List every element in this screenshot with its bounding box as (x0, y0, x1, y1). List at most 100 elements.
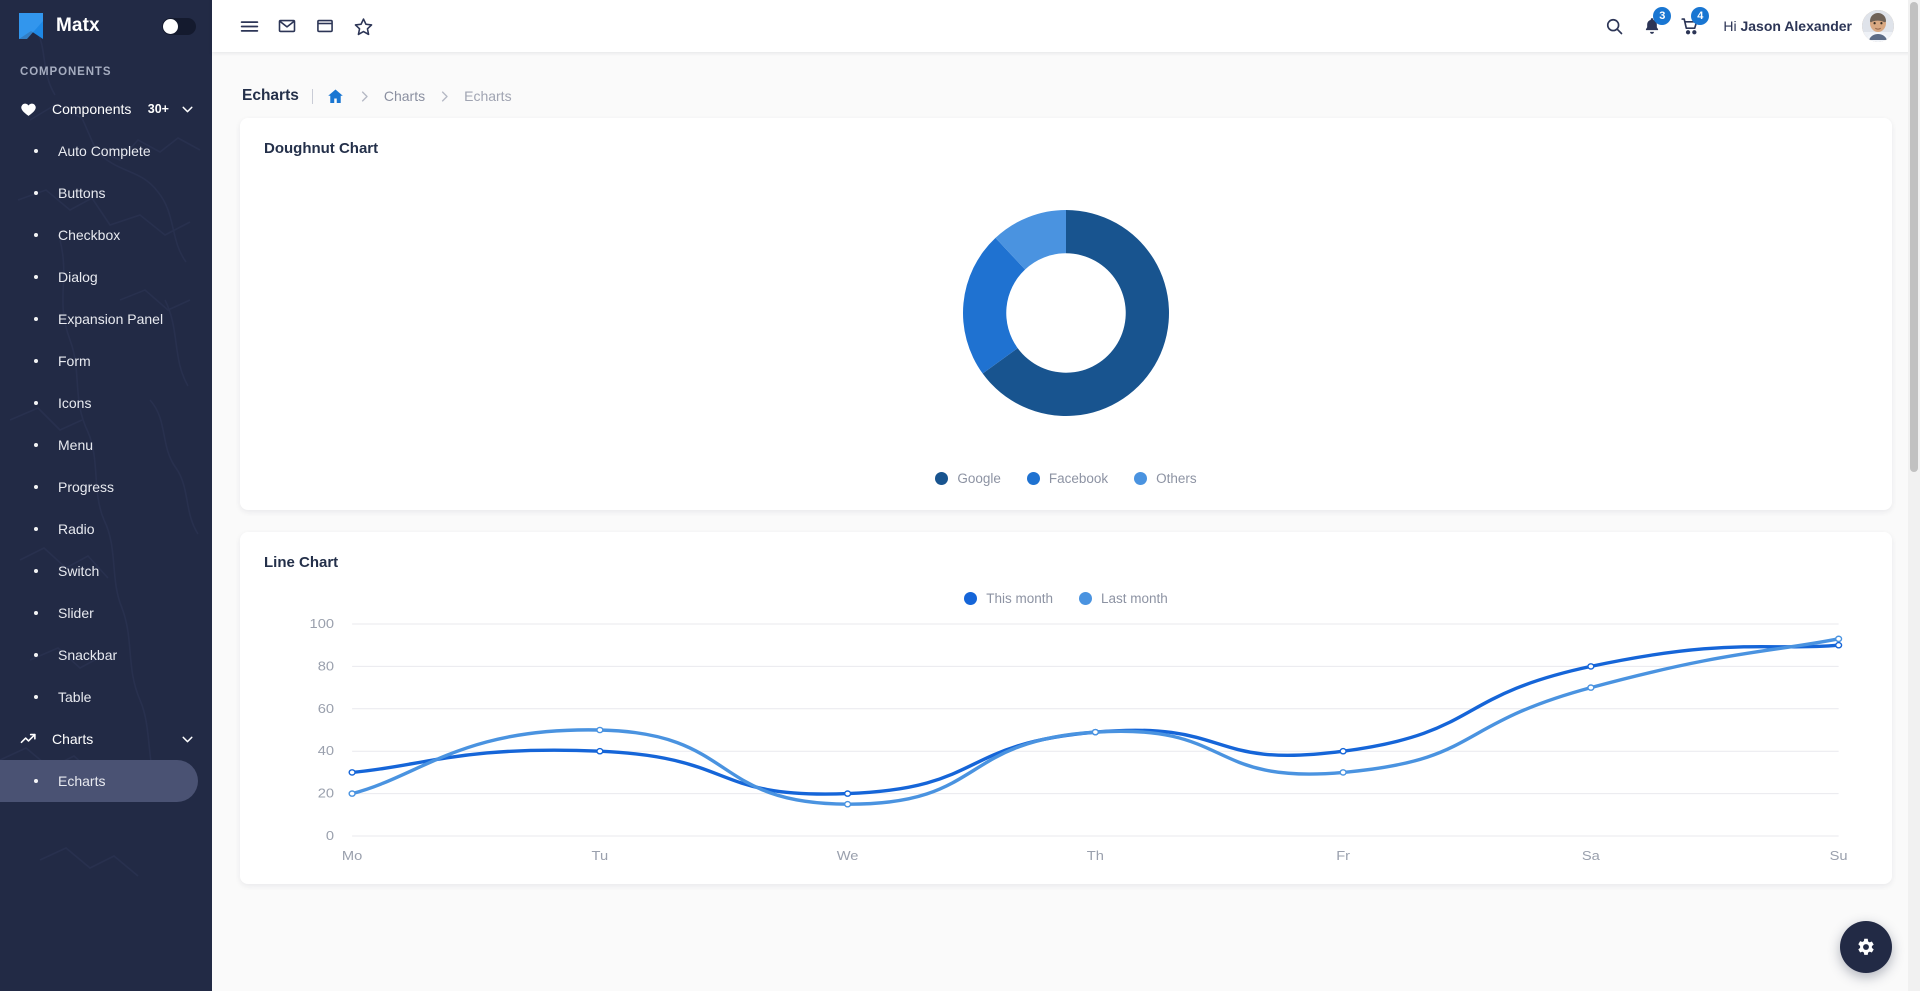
theme-toggle-switch[interactable] (162, 17, 196, 35)
line-data-point[interactable] (1340, 770, 1346, 775)
legend-label: This month (986, 591, 1053, 606)
legend-color-swatch (1078, 592, 1092, 605)
legend-color-swatch (1026, 472, 1040, 485)
sidebar-item-dialog[interactable]: Dialog (0, 256, 198, 298)
sidebar: Matx COMPONENTS Components 30+ Auto Comp… (0, 0, 212, 991)
content-scroll-area[interactable]: Echarts Charts Echarts Doughnut Chart Go… (212, 52, 1920, 991)
settings-fab-button[interactable] (1840, 921, 1892, 973)
bullet-icon (34, 191, 38, 195)
sidebar-item-expansion-panel[interactable]: Expansion Panel (0, 298, 198, 340)
line-chart-svg: 0 20 40 60 80 100 Mo Tu We Th Fr Sa Su (310, 616, 1848, 863)
line-data-point[interactable] (1588, 664, 1594, 669)
matx-logo-icon (18, 12, 44, 40)
doughnut-legend: Google Facebook Others (264, 463, 1868, 492)
sidebar-item-progress[interactable]: Progress (0, 466, 198, 508)
bullet-icon (34, 443, 38, 447)
bullet-icon (34, 149, 38, 153)
bullet-icon (34, 611, 38, 615)
sidebar-item-buttons[interactable]: Buttons (0, 172, 198, 214)
breadcrumb-divider (311, 88, 313, 104)
x-axis-tick-label: Sa (1582, 848, 1600, 863)
sidebar-item-table[interactable]: Table (0, 676, 198, 718)
sidebar-item-label: Dialog (58, 269, 98, 285)
sidebar-item-radio[interactable]: Radio (0, 508, 198, 550)
doughnut-chart-card: Doughnut Chart Google Facebook Others (240, 118, 1892, 510)
vertical-scrollbar[interactable] (1908, 0, 1920, 991)
sidebar-group-label-charts: Charts (52, 731, 94, 747)
legend-item-google[interactable]: Google (935, 471, 1001, 486)
line-data-point[interactable] (845, 791, 851, 796)
x-axis-tick-label: Fr (1336, 848, 1350, 863)
sidebar-item-label: Checkbox (58, 227, 121, 243)
doughnut-chart[interactable] (264, 163, 1868, 463)
envelope-icon[interactable] (268, 7, 306, 45)
line-data-point[interactable] (349, 791, 355, 796)
line-chart-card: Line Chart This month Last month 0 20 40 60 8… (240, 532, 1892, 884)
search-icon[interactable] (1595, 7, 1633, 45)
notifications-badge: 3 (1653, 7, 1672, 25)
line-chart[interactable]: 0 20 40 60 80 100 Mo Tu We Th Fr Sa Su (264, 616, 1868, 866)
sidebar-group-components[interactable]: Components 30+ (0, 88, 212, 130)
legend-item-this-month[interactable]: This month (964, 591, 1053, 606)
chevron-down-icon[interactable] (179, 731, 196, 748)
breadcrumb-item-charts[interactable]: Charts (384, 88, 425, 104)
star-outline-icon[interactable] (344, 7, 382, 45)
legend-color-swatch (935, 472, 949, 485)
notifications-button[interactable]: 3 (1633, 7, 1672, 45)
sidebar-section-label: COMPONENTS (20, 66, 112, 78)
sidebar-brand: Matx (0, 0, 212, 52)
topbar: 3 4 Hi Jason Alexander (212, 0, 1920, 52)
sidebar-item-slider[interactable]: Slider (0, 592, 198, 634)
sidebar-item-auto-complete[interactable]: Auto Complete (0, 130, 198, 172)
bullet-icon (34, 779, 38, 783)
hamburger-menu-icon[interactable] (230, 7, 268, 45)
sidebar-item-icons[interactable]: Icons (0, 382, 198, 424)
y-axis-tick-label: 20 (318, 785, 335, 800)
app-root: Matx COMPONENTS Components 30+ Auto Comp… (0, 0, 1920, 991)
line-data-point[interactable] (349, 770, 355, 775)
line-data-point[interactable] (1836, 643, 1842, 648)
sidebar-item-menu[interactable]: Menu (0, 424, 198, 466)
bullet-icon (34, 569, 38, 573)
sidebar-item-switch[interactable]: Switch (0, 550, 198, 592)
greeting-prefix: Hi (1723, 18, 1741, 34)
line-legend: This month Last month (264, 577, 1868, 612)
chevron-down-icon[interactable] (179, 101, 196, 118)
sidebar-group-badge: 30+ (147, 102, 169, 116)
scrollbar-thumb[interactable] (1910, 2, 1918, 472)
legend-item-facebook[interactable]: Facebook (1026, 471, 1108, 486)
y-axis-tick-label: 60 (318, 701, 335, 716)
line-data-point[interactable] (1340, 749, 1346, 754)
legend-color-swatch (964, 592, 978, 605)
user-name: Jason Alexander (1740, 18, 1852, 34)
line-series-this-month[interactable] (352, 645, 1839, 794)
sidebar-item-echarts[interactable]: Echarts (0, 760, 198, 802)
line-data-point[interactable] (1836, 636, 1842, 641)
sidebar-item-label: Echarts (58, 773, 106, 789)
legend-item-others[interactable]: Others (1134, 471, 1197, 486)
line-data-point[interactable] (1092, 730, 1098, 735)
bullet-icon (34, 485, 38, 489)
window-icon[interactable] (306, 7, 344, 45)
line-data-point[interactable] (1588, 685, 1594, 690)
doughnut-chart-svg (963, 210, 1169, 416)
user-avatar[interactable] (1862, 10, 1894, 42)
chevron-right-icon (357, 89, 372, 104)
sidebar-item-form[interactable]: Form (0, 340, 198, 382)
legend-item-last-month[interactable]: Last month (1078, 591, 1168, 606)
sidebar-item-checkbox[interactable]: Checkbox (0, 214, 198, 256)
page-title: Echarts (242, 87, 299, 104)
breadcrumb-item-echarts[interactable]: Echarts (464, 88, 511, 104)
line-series-last-month[interactable] (352, 639, 1839, 804)
sidebar-item-label: Menu (58, 437, 94, 453)
home-icon[interactable] (326, 87, 345, 106)
cart-button[interactable]: 4 (1671, 7, 1710, 45)
cart-badge: 4 (1691, 7, 1710, 25)
sidebar-group-charts[interactable]: Charts (0, 718, 212, 760)
sidebar-item-snackbar[interactable]: Snackbar (0, 634, 198, 676)
line-data-point[interactable] (597, 727, 603, 732)
sidebar-item-label: Switch (58, 563, 100, 579)
y-axis-tick-label: 0 (326, 828, 334, 843)
line-data-point[interactable] (597, 749, 603, 754)
line-data-point[interactable] (845, 802, 851, 807)
